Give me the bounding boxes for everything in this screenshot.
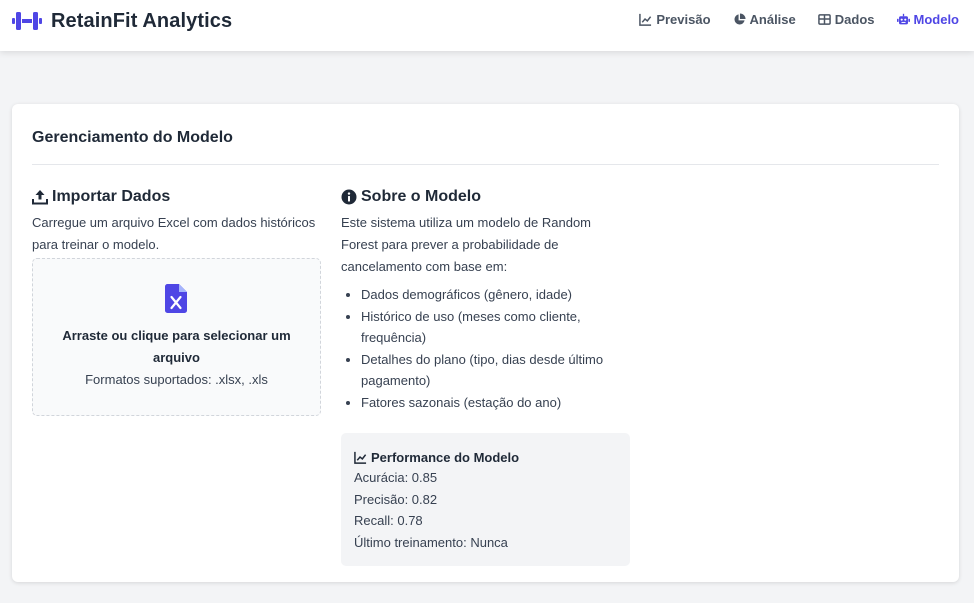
divider <box>32 164 939 165</box>
import-section: Importar Dados Carregue um arquivo Excel… <box>32 186 321 416</box>
nav-item-previsao[interactable]: Previsão <box>639 12 711 27</box>
performance-heading: Performance do Modelo <box>354 447 617 467</box>
app-title: RetainFit Analytics <box>51 9 233 32</box>
top-navbar: RetainFit Analytics Previsão Análise Dad… <box>0 0 974 51</box>
list-item: Detalhes do plano (tipo, dias desde últi… <box>361 349 631 392</box>
excel-file-icon <box>165 284 187 313</box>
performance-box: Performance do Modelo Acurácia: 0.85 Pre… <box>341 433 630 566</box>
about-heading: Sobre o Modelo <box>341 186 631 208</box>
nav-item-label: Modelo <box>913 12 960 27</box>
nav-item-dados[interactable]: Dados <box>817 12 875 27</box>
about-description: Este sistema utiliza um modelo de Random… <box>341 215 592 274</box>
about-title: Sobre o Modelo <box>361 188 481 205</box>
import-heading: Importar Dados <box>32 186 321 208</box>
dropzone-formats: Formatos suportados: .xlsx, .xls <box>85 372 268 387</box>
last-training-value: Último treinamento: Nunca <box>354 534 508 550</box>
nav-item-label: Dados <box>834 12 875 27</box>
nav-item-label: Análise <box>749 12 796 27</box>
nav-item-modelo[interactable]: Modelo <box>896 12 960 27</box>
dropzone-title: Arraste ou clique para selecionar um arq… <box>62 328 291 365</box>
list-item: Fatores sazonais (estação do ano) <box>361 392 631 414</box>
table-icon <box>817 14 831 25</box>
precision-value: Precisão: 0.82 <box>354 491 438 507</box>
recall-value: Recall: 0.78 <box>354 513 423 528</box>
upload-icon <box>32 190 48 205</box>
main-nav: Previsão Análise Dados Modelo <box>617 12 959 27</box>
page-title: Gerenciamento do Modelo <box>32 129 233 146</box>
import-title: Importar Dados <box>52 188 171 205</box>
performance-title: Performance do Modelo <box>371 449 520 465</box>
file-dropzone[interactable]: Arraste ou clique para selecionar um arq… <box>32 258 321 416</box>
list-item: Histórico de uso (meses como cliente, fr… <box>361 306 631 349</box>
nav-item-label: Previsão <box>656 12 711 27</box>
dumbbell-icon <box>12 10 42 32</box>
list-item: Dados demográficos (gênero, idade) <box>361 284 631 306</box>
about-section: Sobre o Modelo Este sistema utiliza um m… <box>341 186 631 566</box>
accuracy-value: Acurácia: 0.85 <box>354 470 438 485</box>
model-factors-list: Dados demográficos (gênero, idade) Histó… <box>341 284 631 413</box>
pie-chart-icon <box>734 13 746 25</box>
robot-icon <box>896 13 910 25</box>
chart-line-icon <box>639 13 652 26</box>
import-description: Carregue um arquivo Excel com dados hist… <box>32 215 316 252</box>
info-circle-icon <box>341 189 357 205</box>
model-management-card: Gerenciamento do Modelo Importar Dados C… <box>12 104 959 582</box>
brand[interactable]: RetainFit Analytics <box>12 8 232 34</box>
nav-item-analise[interactable]: Análise <box>733 12 796 27</box>
chart-line-icon <box>354 451 367 464</box>
